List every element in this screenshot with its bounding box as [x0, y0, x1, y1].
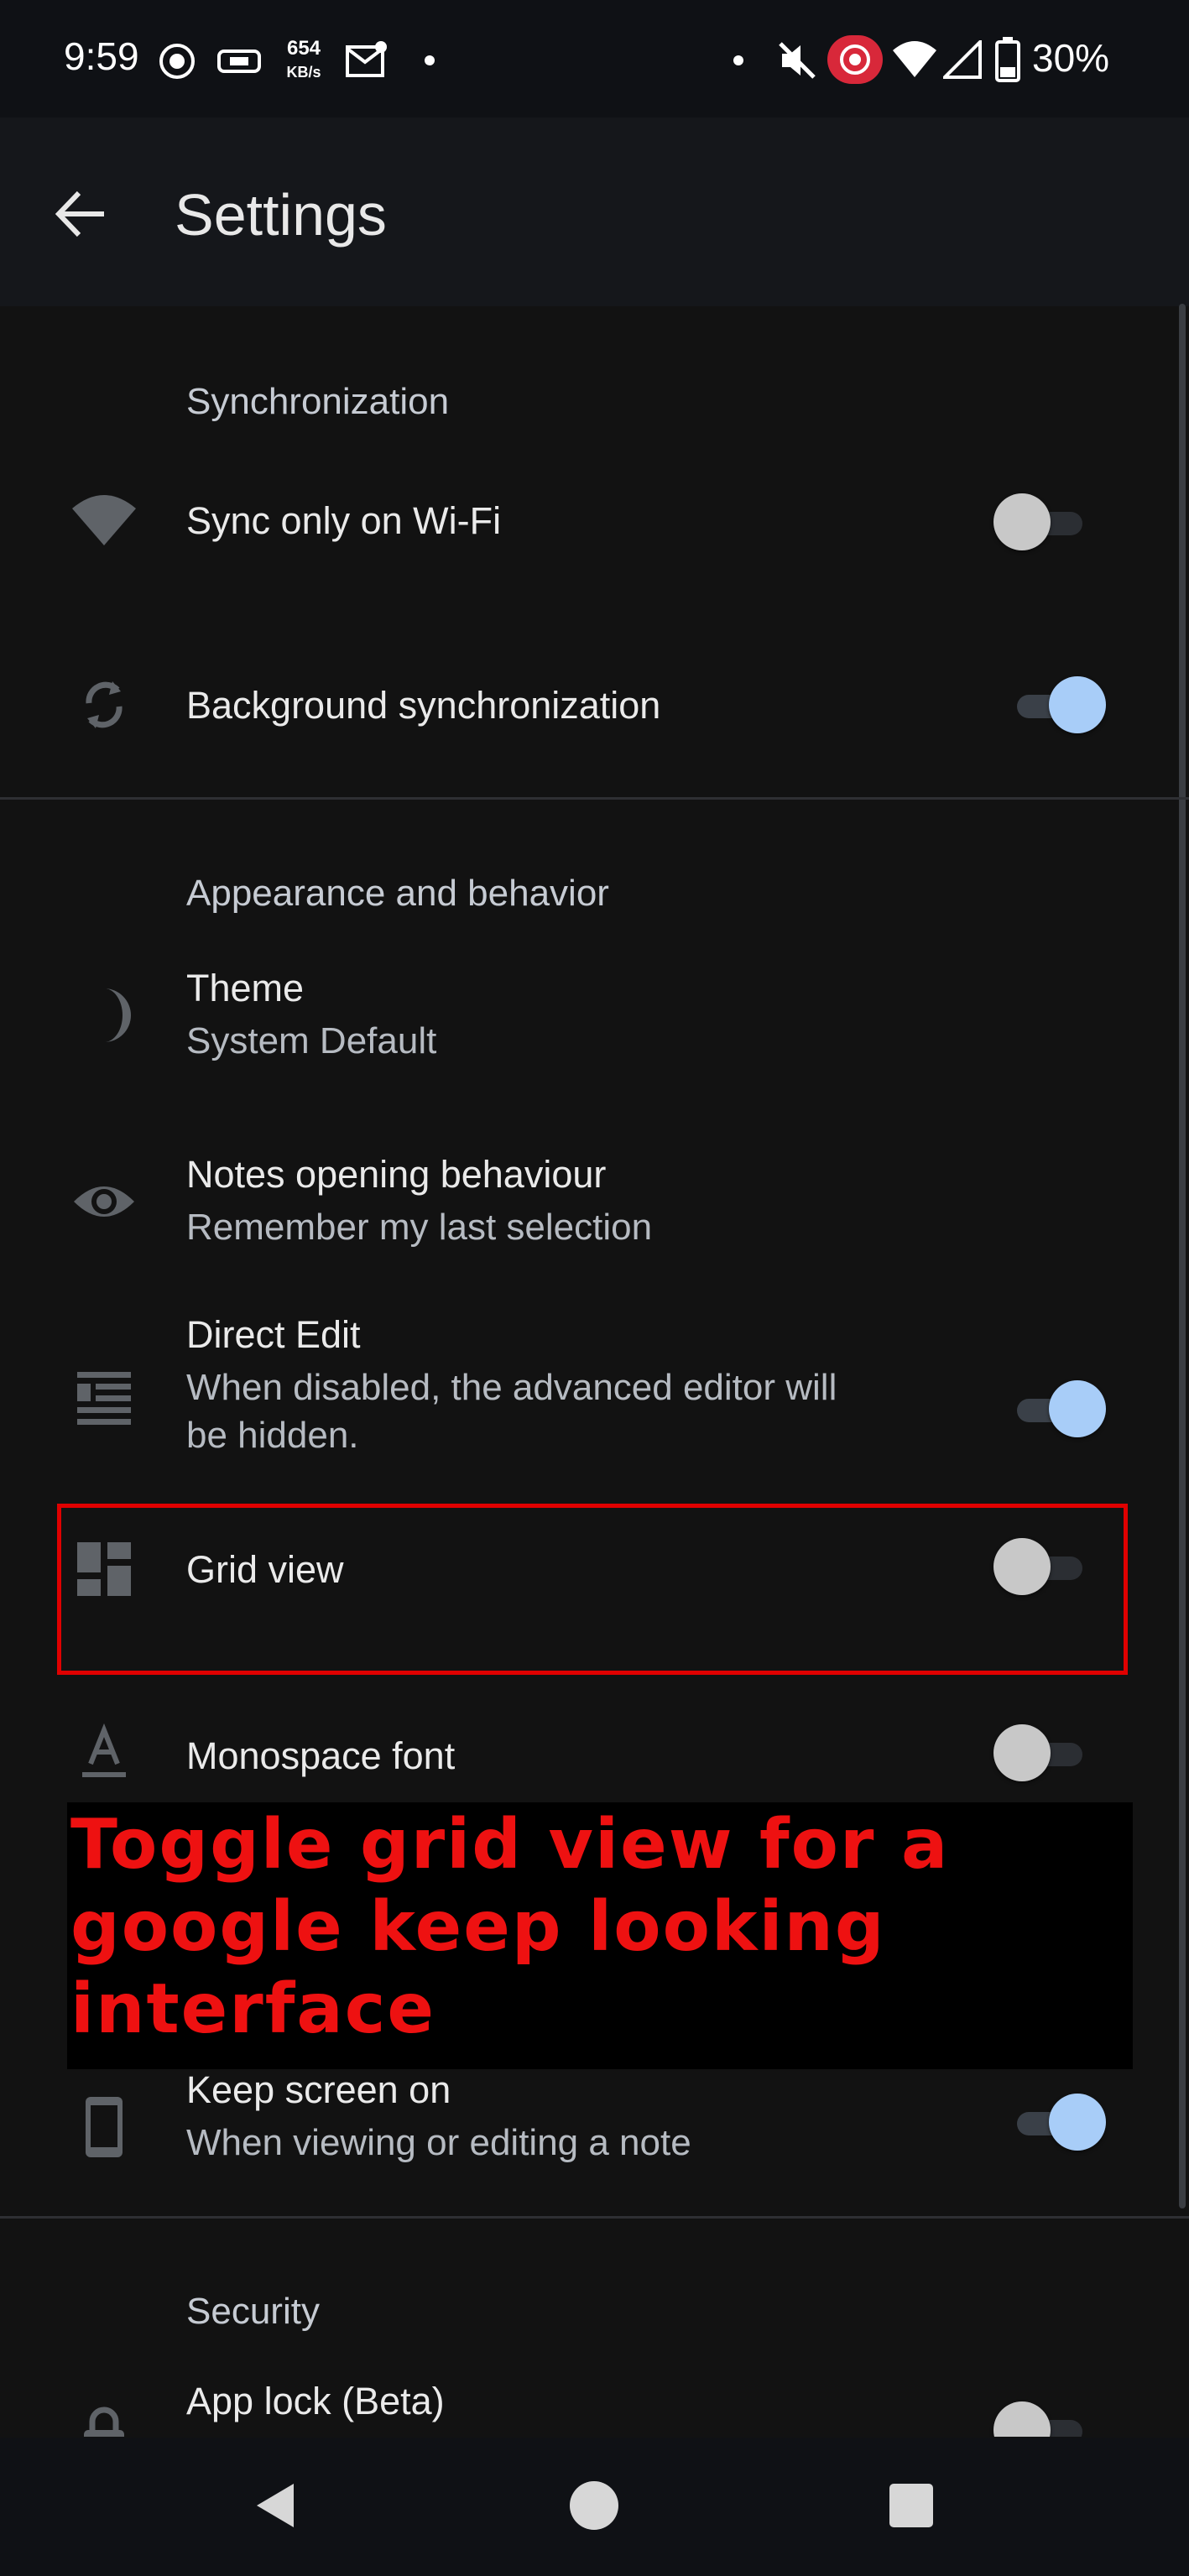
net-speed-unit: KB/s	[286, 64, 321, 81]
mail-icon	[346, 41, 387, 77]
setting-row-background-sync[interactable]: Background synchronization	[0, 638, 1175, 772]
monospace-switch[interactable]	[993, 1724, 1094, 1783]
highlight-box	[57, 1504, 1128, 1675]
sync-icon	[86, 681, 123, 728]
wifi-icon	[893, 41, 936, 77]
setting-label: Notes opening behaviour	[186, 1153, 607, 1196]
setting-value: Remember my last selection	[186, 1207, 653, 1248]
section-divider	[0, 2216, 1189, 2219]
annotation-line-3: interface	[70, 1969, 435, 2049]
sync-wifi-switch[interactable]	[993, 493, 1094, 552]
setting-value: System Default	[186, 1020, 437, 1061]
setting-label: Sync only on Wi-Fi	[186, 499, 502, 542]
net-speed-value: 654	[286, 37, 321, 60]
wifi-icon	[72, 495, 136, 545]
text-lines-icon	[77, 1372, 131, 1425]
background-sync-switch[interactable]	[1005, 676, 1106, 735]
phone-icon	[86, 2097, 123, 2157]
direct-edit-switch[interactable]	[1005, 1380, 1106, 1439]
annotation-text: Toggle grid view for a google keep looki…	[70, 1804, 1061, 2051]
moon-icon	[104, 988, 131, 1042]
page-title: Settings	[175, 182, 387, 248]
text-a-icon	[82, 1723, 126, 1777]
arrow-back-icon[interactable]	[52, 185, 111, 243]
section-title-synchronization: Synchronization	[186, 381, 450, 422]
section-title-appearance: Appearance and behavior	[186, 873, 609, 914]
lock-icon	[84, 2407, 124, 2437]
recents-square-icon[interactable]	[886, 2480, 936, 2531]
setting-value-line-1: When disabled, the advanced editor will	[186, 1367, 837, 1408]
setting-label: Monospace font	[186, 1734, 456, 1777]
setting-label: Keep screen on	[186, 2068, 451, 2111]
back-triangle-icon[interactable]	[248, 2479, 302, 2532]
setting-row-direct-edit[interactable]: Direct Edit When disabled, the advanced …	[0, 1296, 1175, 1481]
notification-dot-icon	[425, 55, 435, 65]
setting-label: App lock (Beta)	[186, 2380, 445, 2422]
section-divider	[0, 797, 1189, 800]
setting-row-app-lock[interactable]: App lock (Beta)	[0, 2363, 1175, 2437]
eye-icon	[74, 1186, 134, 1217]
status-bar: 9:59 654 KB/s 30%	[0, 0, 1189, 117]
home-circle-icon[interactable]	[567, 2479, 621, 2532]
keep-screen-on-switch[interactable]	[1005, 2094, 1106, 2152]
signal-icon	[943, 40, 982, 79]
section-title-security: Security	[186, 2291, 320, 2332]
setting-row-keep-screen-on[interactable]: Keep screen on When viewing or editing a…	[0, 2060, 1175, 2194]
setting-value-line-2: be hidden.	[186, 1415, 359, 1456]
mute-icon	[779, 42, 816, 79]
setting-label: Background synchronization	[186, 684, 661, 727]
screen-cast-icon	[217, 50, 261, 73]
setting-row-sync-wifi[interactable]: Sync only on Wi-Fi	[0, 453, 1175, 587]
setting-row-theme[interactable]: Theme System Default	[0, 948, 1175, 1082]
annotation-line-1: Toggle grid view for a	[70, 1805, 950, 1885]
notification-dot-icon	[733, 55, 743, 65]
status-time: 9:59	[64, 34, 139, 78]
setting-label: Direct Edit	[186, 1313, 361, 1356]
setting-row-notes-opening[interactable]: Notes opening behaviour Remember my last…	[0, 1134, 1175, 1269]
setting-value: When viewing or editing a note	[186, 2122, 691, 2163]
scrollbar[interactable]	[1179, 304, 1186, 2208]
battery-percent: 30%	[1032, 36, 1110, 80]
setting-label: Theme	[186, 967, 305, 1009]
app-lock-switch[interactable]	[993, 2401, 1094, 2437]
record-icon	[159, 44, 195, 79]
annotation-line-2: google keep looking	[70, 1887, 886, 1967]
screen-record-icon	[827, 35, 883, 84]
battery-icon	[995, 37, 1020, 82]
